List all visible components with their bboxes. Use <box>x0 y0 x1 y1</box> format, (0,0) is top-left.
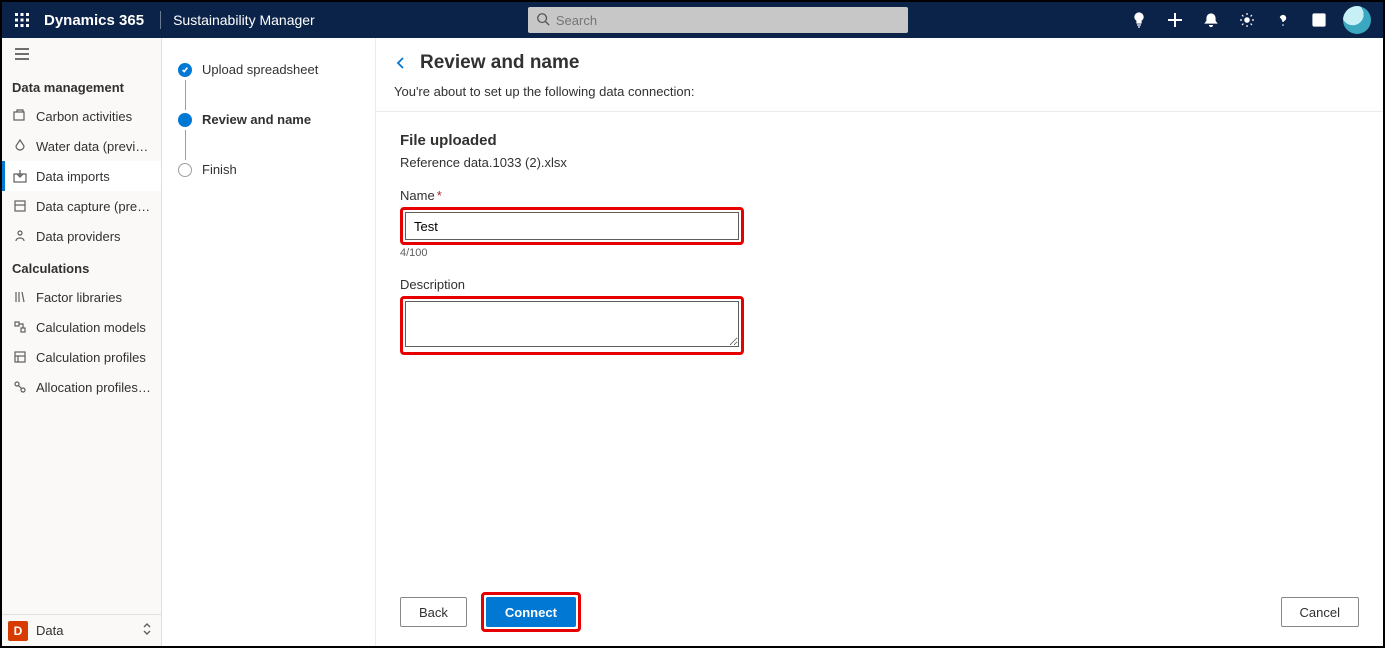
nav-item-label: Data imports <box>36 169 153 184</box>
imports-icon <box>12 168 28 184</box>
step-label: Review and name <box>202 112 311 128</box>
left-navigation: Data management Carbon activities Water … <box>2 38 162 646</box>
step-review-and-name[interactable]: Review and name <box>178 112 359 128</box>
nav-section-data-management: Data management <box>2 70 161 101</box>
name-field-label: Name* <box>400 188 1359 203</box>
page-subtitle: You're about to set up the following dat… <box>394 84 1365 99</box>
nav-item-label: Data capture (preview) <box>36 199 153 214</box>
nav-item-carbon-activities[interactable]: Carbon activities <box>2 101 161 131</box>
step-current-icon <box>178 113 192 127</box>
global-search[interactable] <box>528 7 908 33</box>
add-icon[interactable] <box>1157 2 1193 38</box>
page-title: Review and name <box>420 52 579 74</box>
name-input[interactable] <box>405 212 739 240</box>
profiles-icon <box>12 349 28 365</box>
required-asterisk: * <box>437 188 442 203</box>
nav-item-label: Allocation profiles (p... <box>36 380 153 395</box>
step-completed-icon <box>178 63 192 77</box>
step-connector <box>185 80 186 110</box>
nav-item-label: Data providers <box>36 229 153 244</box>
app-launcher-icon[interactable] <box>8 6 36 34</box>
main-content: Review and name You're about to set up t… <box>376 38 1383 646</box>
models-icon <box>12 319 28 335</box>
app-name: Sustainability Manager <box>167 12 315 28</box>
nav-item-allocation-profiles[interactable]: Allocation profiles (p... <box>2 372 161 402</box>
nav-item-water-data[interactable]: Water data (preview) <box>2 131 161 161</box>
connect-button-highlight: Connect <box>481 592 581 632</box>
wizard-stepper: Upload spreadsheet Review and name Finis… <box>162 38 376 646</box>
help-icon[interactable] <box>1265 2 1301 38</box>
nav-item-data-providers[interactable]: Data providers <box>2 221 161 251</box>
step-upload-spreadsheet[interactable]: Upload spreadsheet <box>178 62 359 78</box>
providers-icon <box>12 228 28 244</box>
name-char-counter: 4/100 <box>400 247 1359 259</box>
hamburger-icon[interactable] <box>2 38 161 70</box>
step-finish[interactable]: Finish <box>178 162 359 178</box>
carbon-icon <box>12 108 28 124</box>
file-uploaded-heading: File uploaded <box>400 132 1359 149</box>
step-upcoming-icon <box>178 163 192 177</box>
description-field-label: Description <box>400 277 1359 292</box>
global-search-input[interactable] <box>556 13 900 28</box>
updown-caret-icon <box>139 622 155 639</box>
nav-item-label: Carbon activities <box>36 109 153 124</box>
user-avatar[interactable] <box>1343 6 1371 34</box>
nav-item-factor-libraries[interactable]: Factor libraries <box>2 282 161 312</box>
cancel-button[interactable]: Cancel <box>1281 597 1359 627</box>
nav-item-data-capture[interactable]: Data capture (preview) <box>2 191 161 221</box>
main-header: Review and name You're about to set up t… <box>376 38 1383 112</box>
step-label: Finish <box>202 162 237 178</box>
description-field-highlight <box>400 296 744 355</box>
name-label-text: Name <box>400 188 435 203</box>
nav-item-label: Factor libraries <box>36 290 153 305</box>
uploaded-file-name: Reference data.1033 (2).xlsx <box>400 155 1359 170</box>
area-label: Data <box>36 623 139 638</box>
gear-icon[interactable] <box>1229 2 1265 38</box>
book-icon[interactable] <box>1301 2 1337 38</box>
description-input[interactable] <box>405 301 739 347</box>
nav-item-label: Calculation profiles <box>36 350 153 365</box>
back-button[interactable]: Back <box>400 597 467 627</box>
main-body: File uploaded Reference data.1033 (2).xl… <box>376 112 1383 580</box>
lightbulb-icon[interactable] <box>1121 2 1157 38</box>
step-label: Upload spreadsheet <box>202 62 318 78</box>
nav-area-switcher[interactable]: D Data <box>2 614 161 646</box>
nav-item-label: Water data (preview) <box>36 139 153 154</box>
nav-section-calculations: Calculations <box>2 251 161 282</box>
nav-item-calculation-profiles[interactable]: Calculation profiles <box>2 342 161 372</box>
library-icon <box>12 289 28 305</box>
back-chevron-icon[interactable] <box>394 55 410 71</box>
header-divider <box>160 11 161 29</box>
connect-button[interactable]: Connect <box>486 597 576 627</box>
capture-icon <box>12 198 28 214</box>
name-field-highlight <box>400 207 744 245</box>
step-connector <box>185 130 186 160</box>
water-icon <box>12 138 28 154</box>
wizard-footer: Back Connect Cancel <box>376 580 1383 646</box>
bell-icon[interactable] <box>1193 2 1229 38</box>
allocation-icon <box>12 379 28 395</box>
nav-item-data-imports[interactable]: Data imports <box>2 161 161 191</box>
brand-name[interactable]: Dynamics 365 <box>36 12 154 29</box>
nav-item-calculation-models[interactable]: Calculation models <box>2 312 161 342</box>
nav-item-label: Calculation models <box>36 320 153 335</box>
search-icon <box>536 12 550 29</box>
top-right-actions <box>1121 2 1377 38</box>
area-badge: D <box>8 621 28 641</box>
top-app-bar: Dynamics 365 Sustainability Manager <box>2 2 1383 38</box>
